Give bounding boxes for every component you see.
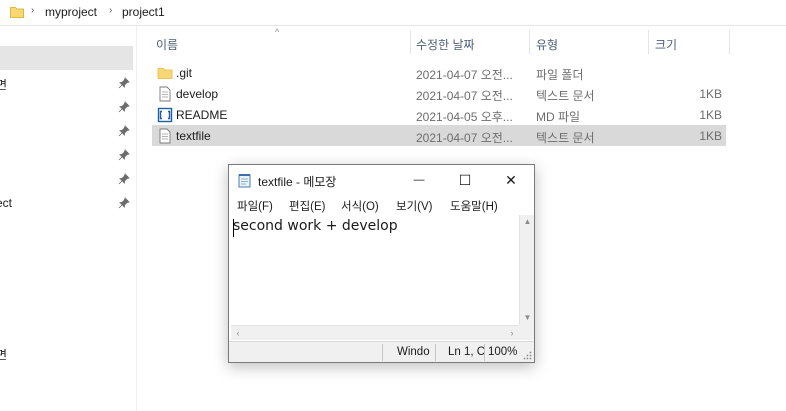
breadcrumb-project1[interactable]: project1	[122, 5, 165, 19]
file-name: develop	[176, 87, 219, 101]
minimize-button[interactable]: —	[396, 165, 442, 195]
folder-icon	[157, 68, 173, 79]
sort-ascending-icon: ^	[275, 27, 280, 37]
nav-item-label: 면	[0, 78, 8, 92]
file-date: 2021-04-07 오전...	[416, 89, 513, 103]
horizontal-scrollbar[interactable]: ‹ ›	[231, 325, 519, 340]
scrollbar-corner	[519, 325, 534, 340]
resize-grip-icon[interactable]	[523, 351, 532, 360]
column-header-type[interactable]: 유형	[536, 36, 558, 58]
file-type: MD 파일	[536, 110, 581, 124]
nav-item[interactable]	[0, 170, 133, 190]
notepad-status-bar: Windo Ln 1, C 100%	[229, 341, 534, 362]
file-size: 1KB	[699, 87, 722, 101]
file-size: 1KB	[699, 129, 722, 143]
scroll-up-icon[interactable]: ▲	[520, 215, 535, 229]
notepad-title-bar[interactable]: textfile - 메모장 — ☐ ✕	[229, 165, 534, 195]
column-header-size[interactable]: 크기	[655, 36, 677, 58]
scroll-down-icon[interactable]: ▼	[520, 311, 535, 325]
status-divider	[484, 344, 485, 361]
file-name: textfile	[176, 129, 211, 143]
status-zoom: 100%	[488, 346, 518, 358]
notepad-text-area[interactable]: second work + develop	[231, 215, 521, 325]
text-caret	[233, 219, 234, 237]
navigation-pane: 면 ect 면	[0, 26, 137, 411]
close-button[interactable]: ✕	[488, 165, 534, 195]
notepad-title: textfile - 메모장	[258, 175, 337, 189]
menu-format[interactable]: 서식(O)	[341, 198, 379, 214]
column-divider[interactable]	[529, 30, 530, 54]
text-file-icon	[159, 86, 171, 102]
pin-icon[interactable]	[118, 101, 130, 113]
pin-icon[interactable]	[118, 149, 130, 161]
nav-item[interactable]: 면	[0, 344, 133, 364]
pin-icon[interactable]	[118, 125, 130, 137]
status-divider	[435, 344, 436, 361]
notepad-window[interactable]: textfile - 메모장 — ☐ ✕ 파일(F) 편집(E) 서식(O) 보…	[228, 164, 535, 363]
scroll-left-icon[interactable]: ‹	[231, 326, 245, 341]
column-divider[interactable]	[729, 30, 730, 54]
vertical-scrollbar[interactable]: ▲ ▼	[519, 215, 534, 325]
column-header-name[interactable]: 이름	[156, 36, 178, 58]
file-size: 1KB	[699, 108, 722, 122]
md-file-icon	[157, 107, 173, 123]
folder-icon	[10, 7, 24, 18]
menu-edit[interactable]: 편집(E)	[289, 198, 326, 214]
file-row-git[interactable]: .git 2021-04-07 오전... 파일 폴더	[152, 62, 726, 83]
file-date: 2021-04-07 오전...	[416, 131, 513, 145]
nav-item-label: ect	[0, 196, 13, 210]
file-type: 텍스트 문서	[536, 89, 595, 103]
file-name: README	[176, 108, 228, 122]
nav-item[interactable]	[0, 122, 133, 142]
status-position: Ln 1, C	[448, 346, 484, 358]
notepad-icon	[238, 174, 251, 188]
file-date: 2021-04-05 오후...	[416, 110, 513, 124]
nav-item[interactable]	[0, 98, 133, 118]
status-divider	[382, 344, 383, 361]
pin-icon[interactable]	[118, 173, 130, 185]
file-name: .git	[176, 66, 193, 80]
chevron-right-icon[interactable]: ›	[109, 5, 112, 16]
column-header-date[interactable]: 수정한 날짜	[416, 36, 475, 58]
scroll-right-icon[interactable]: ›	[505, 326, 519, 341]
file-date: 2021-04-07 오전...	[416, 68, 513, 82]
column-divider[interactable]	[648, 30, 649, 54]
nav-item[interactable]: 면	[0, 74, 133, 94]
nav-item[interactable]	[0, 146, 133, 166]
nav-item-project[interactable]: ect	[0, 194, 133, 214]
chevron-right-icon[interactable]: ›	[31, 5, 34, 16]
file-type: 텍스트 문서	[536, 131, 595, 145]
nav-item-label: 면	[0, 348, 8, 362]
close-icon: ✕	[505, 171, 517, 188]
minimize-icon: —	[413, 174, 425, 186]
pin-icon[interactable]	[118, 77, 130, 89]
maximize-icon: ☐	[458, 171, 472, 188]
status-line-ending: Windo	[397, 346, 430, 358]
file-row-textfile[interactable]: textfile 2021-04-07 오전... 텍스트 문서 1KB	[152, 125, 726, 146]
address-bar[interactable]: › myproject › project1	[0, 0, 786, 26]
menu-view[interactable]: 보기(V)	[396, 198, 433, 214]
maximize-button[interactable]: ☐	[442, 165, 488, 195]
breadcrumb-myproject[interactable]: myproject	[45, 5, 97, 19]
pin-icon[interactable]	[118, 197, 130, 209]
nav-selected-item[interactable]	[0, 46, 133, 70]
file-type: 파일 폴더	[536, 68, 584, 82]
menu-help[interactable]: 도움말(H)	[450, 198, 498, 214]
file-row-develop[interactable]: develop 2021-04-07 오전... 텍스트 문서 1KB	[152, 83, 726, 104]
menu-file[interactable]: 파일(F)	[237, 198, 273, 214]
text-file-icon	[159, 128, 171, 144]
file-row-readme[interactable]: README 2021-04-05 오후... MD 파일 1KB	[152, 104, 726, 125]
notepad-menu-bar: 파일(F) 편집(E) 서식(O) 보기(V) 도움말(H)	[229, 195, 534, 215]
column-divider[interactable]	[410, 30, 411, 54]
